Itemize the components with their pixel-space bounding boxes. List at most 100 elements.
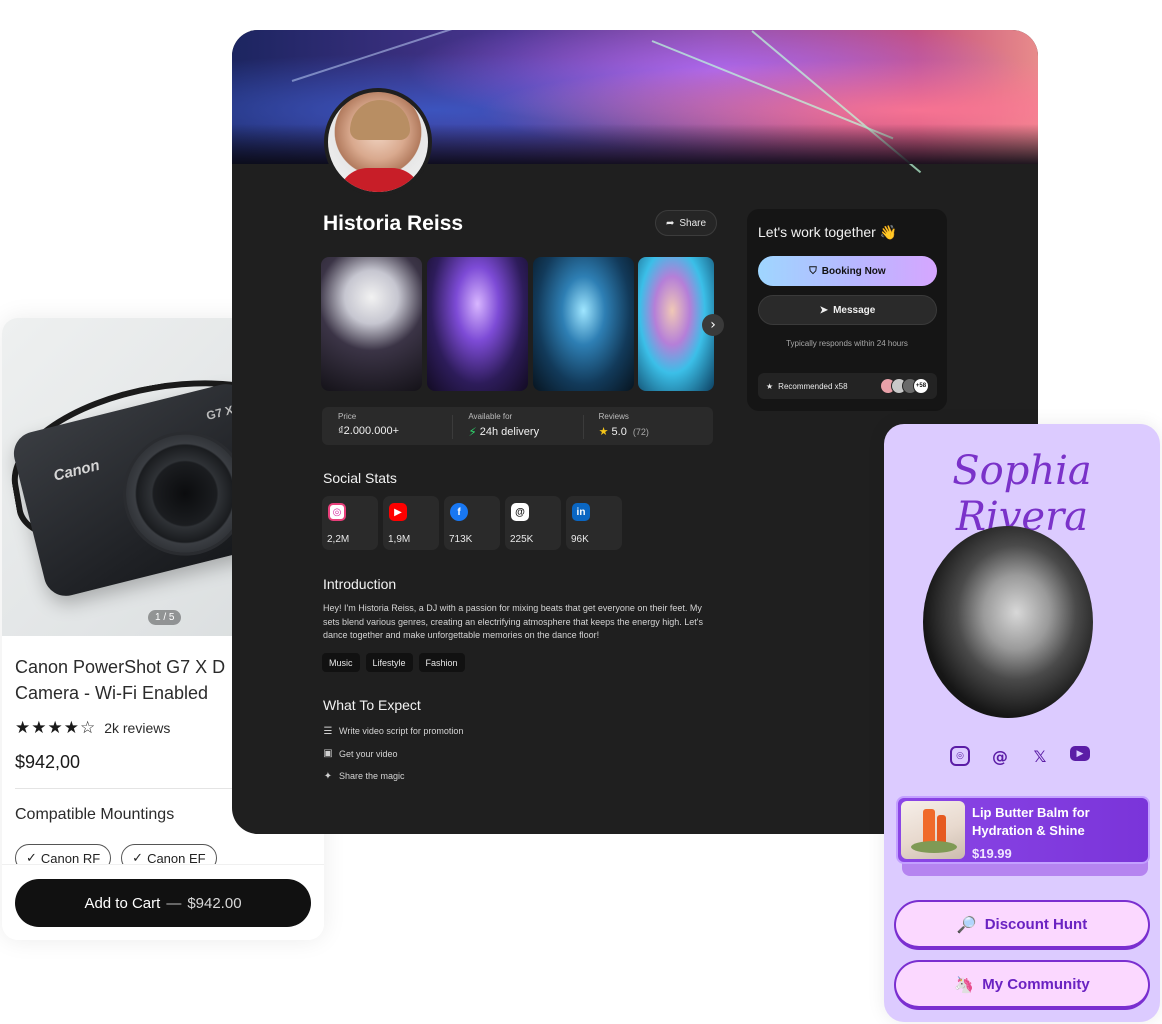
bio-link-label: My Community bbox=[982, 975, 1090, 993]
delivery-info: Available for ⚡ 24h delivery bbox=[452, 407, 582, 445]
gallery-photo[interactable] bbox=[533, 257, 634, 391]
tag-list: Music Lifestyle Fashion bbox=[322, 653, 465, 672]
laser-beam bbox=[291, 30, 483, 82]
cart-amount: $942.00 bbox=[187, 894, 242, 912]
cart-area: Add to Cart — $942.00 bbox=[2, 864, 324, 940]
review-count[interactable]: 2k reviews bbox=[104, 720, 170, 736]
avatar-shirt bbox=[338, 168, 422, 192]
reviews-info[interactable]: Reviews ★ 5.0 (72) bbox=[582, 407, 713, 445]
social-tile-linkedin[interactable]: in 96K bbox=[566, 496, 622, 550]
introduction-text: Hey! I'm Historia Reiss, a DJ with a pas… bbox=[323, 603, 703, 640]
bio-name: Sophia Rivera bbox=[952, 448, 1092, 540]
delivery-value: ⚡ 24h delivery bbox=[468, 425, 582, 439]
promo-product-price: $19.99 bbox=[972, 846, 1012, 861]
star-rating-icon: ★★★★☆ bbox=[15, 718, 97, 737]
profile-avatar[interactable] bbox=[324, 88, 432, 196]
reviews-score: 5.0 bbox=[611, 425, 627, 438]
linkedin-icon: in bbox=[572, 503, 590, 521]
photo-gallery bbox=[321, 257, 714, 391]
leaf-decoration bbox=[911, 841, 957, 853]
star-icon: ★ bbox=[766, 381, 774, 391]
share-button[interactable]: ➦ Share bbox=[655, 210, 718, 236]
instagram-icon[interactable]: ◎ bbox=[950, 746, 970, 766]
work-together-panel: Let's work together 👋 ⛉ Booking Now ➤ Me… bbox=[747, 209, 947, 411]
checklist-icon: ☰ bbox=[323, 725, 333, 737]
youtube-icon: ▶ bbox=[389, 503, 407, 521]
star-icon: ★ bbox=[598, 426, 609, 438]
recommended-label: Recommended x58 bbox=[778, 381, 848, 391]
reviews-count: (72) bbox=[632, 426, 649, 437]
recommended-row[interactable]: ★ Recommended x58 +58 bbox=[758, 373, 937, 399]
magnifier-icon: 🔎 bbox=[956, 914, 977, 934]
chevron-right-icon: › bbox=[710, 317, 716, 333]
unicorn-icon: 🦄 bbox=[954, 974, 975, 994]
recommender-count-badge: +58 bbox=[913, 378, 929, 394]
promo-product-title: Lip Butter Balm for Hydration & Shine bbox=[972, 805, 1090, 838]
social-tile-facebook[interactable]: f 713K bbox=[444, 496, 500, 550]
booking-now-button[interactable]: ⛉ Booking Now bbox=[758, 256, 937, 286]
product-promo-card[interactable]: Lip Butter Balm for Hydration & Shine $1… bbox=[896, 796, 1150, 864]
bio-portrait bbox=[923, 526, 1093, 718]
threads-icon[interactable]: @ bbox=[990, 746, 1010, 766]
lightning-icon: ⚡ bbox=[468, 425, 477, 439]
cart-separator: — bbox=[166, 894, 182, 912]
discount-hunt-button[interactable]: 🔎 Discount Hunt bbox=[894, 900, 1150, 950]
introduction-title: Introduction bbox=[323, 576, 397, 592]
gallery-next-button[interactable]: › bbox=[702, 314, 724, 336]
expect-text: Get your video bbox=[339, 748, 398, 759]
divider bbox=[15, 788, 235, 789]
social-tile-threads[interactable]: @ 225K bbox=[505, 496, 561, 550]
youtube-icon[interactable]: ▶ bbox=[1070, 746, 1090, 761]
product-price: $942,00 bbox=[15, 752, 81, 772]
response-time-note: Typically responds within 24 hours bbox=[786, 339, 908, 348]
tag-music[interactable]: Music bbox=[322, 653, 360, 672]
profile-name: Historia Reiss bbox=[323, 212, 464, 235]
price-label: Price bbox=[338, 412, 357, 421]
message-button[interactable]: ➤ Message bbox=[758, 295, 937, 325]
x-icon[interactable]: 𝕏 bbox=[1030, 746, 1050, 766]
share-label: Share bbox=[679, 217, 707, 229]
what-to-expect-title: What To Expect bbox=[323, 697, 421, 713]
rating-row[interactable]: ★★★★☆ 2k reviews bbox=[15, 718, 170, 738]
booking-label: Booking Now bbox=[821, 265, 886, 277]
social-value: 225K bbox=[510, 534, 534, 545]
send-icon: ➤ bbox=[819, 304, 829, 316]
image-counter: 1 / 5 bbox=[148, 610, 182, 625]
link-in-bio-card: Sophia Rivera ◎ @ 𝕏 ▶ Lip Butter Balm fo… bbox=[884, 424, 1160, 1022]
expect-text: Share the magic bbox=[339, 771, 405, 782]
tag-fashion[interactable]: Fashion bbox=[418, 653, 465, 672]
camera-model-text: G7 X bbox=[204, 402, 235, 423]
gallery-photo[interactable] bbox=[427, 257, 528, 391]
product-thumbnail bbox=[901, 801, 965, 859]
social-stats-title: Social Stats bbox=[323, 470, 397, 486]
add-to-cart-button[interactable]: Add to Cart — $942.00 bbox=[15, 879, 311, 927]
my-community-button[interactable]: 🦄 My Community bbox=[894, 960, 1150, 1010]
facebook-icon: f bbox=[450, 503, 468, 521]
product-tube bbox=[923, 809, 935, 845]
add-to-cart-label: Add to Cart bbox=[84, 894, 161, 912]
social-value: 2,2M bbox=[327, 534, 350, 545]
social-value: 713K bbox=[449, 534, 473, 545]
work-together-title: Let's work together 👋 bbox=[758, 224, 898, 240]
tag-lifestyle[interactable]: Lifestyle bbox=[365, 653, 413, 672]
party-icon: ✦ bbox=[323, 770, 333, 782]
social-value: 1,9M bbox=[388, 534, 411, 545]
gallery-photo[interactable] bbox=[321, 257, 422, 391]
expect-text: Write video script for promotion bbox=[339, 726, 464, 737]
price-info: Price ₫2.000.000+ bbox=[322, 407, 452, 445]
delivery-label: Available for bbox=[468, 412, 513, 421]
social-value: 96K bbox=[571, 534, 589, 545]
bio-link-label: Discount Hunt bbox=[984, 915, 1088, 933]
list-item: ☰ Write video script for promotion bbox=[322, 720, 464, 743]
instagram-icon: ◎ bbox=[328, 503, 346, 521]
social-stats: ◎ 2,2M ▶ 1,9M f 713K @ 225K in 96K bbox=[322, 496, 622, 550]
social-tile-instagram[interactable]: ◎ 2,2M bbox=[322, 496, 378, 550]
share-icon: ➦ bbox=[666, 217, 675, 229]
delivery-value-text: 24h delivery bbox=[479, 426, 540, 438]
avatar-hair bbox=[350, 100, 410, 140]
reviews-value: ★ 5.0 (72) bbox=[598, 425, 713, 439]
info-bar: Price ₫2.000.000+ Available for ⚡ 24h de… bbox=[322, 407, 713, 445]
threads-icon: @ bbox=[511, 503, 529, 521]
reviews-label: Reviews bbox=[598, 412, 629, 421]
social-tile-youtube[interactable]: ▶ 1,9M bbox=[383, 496, 439, 550]
